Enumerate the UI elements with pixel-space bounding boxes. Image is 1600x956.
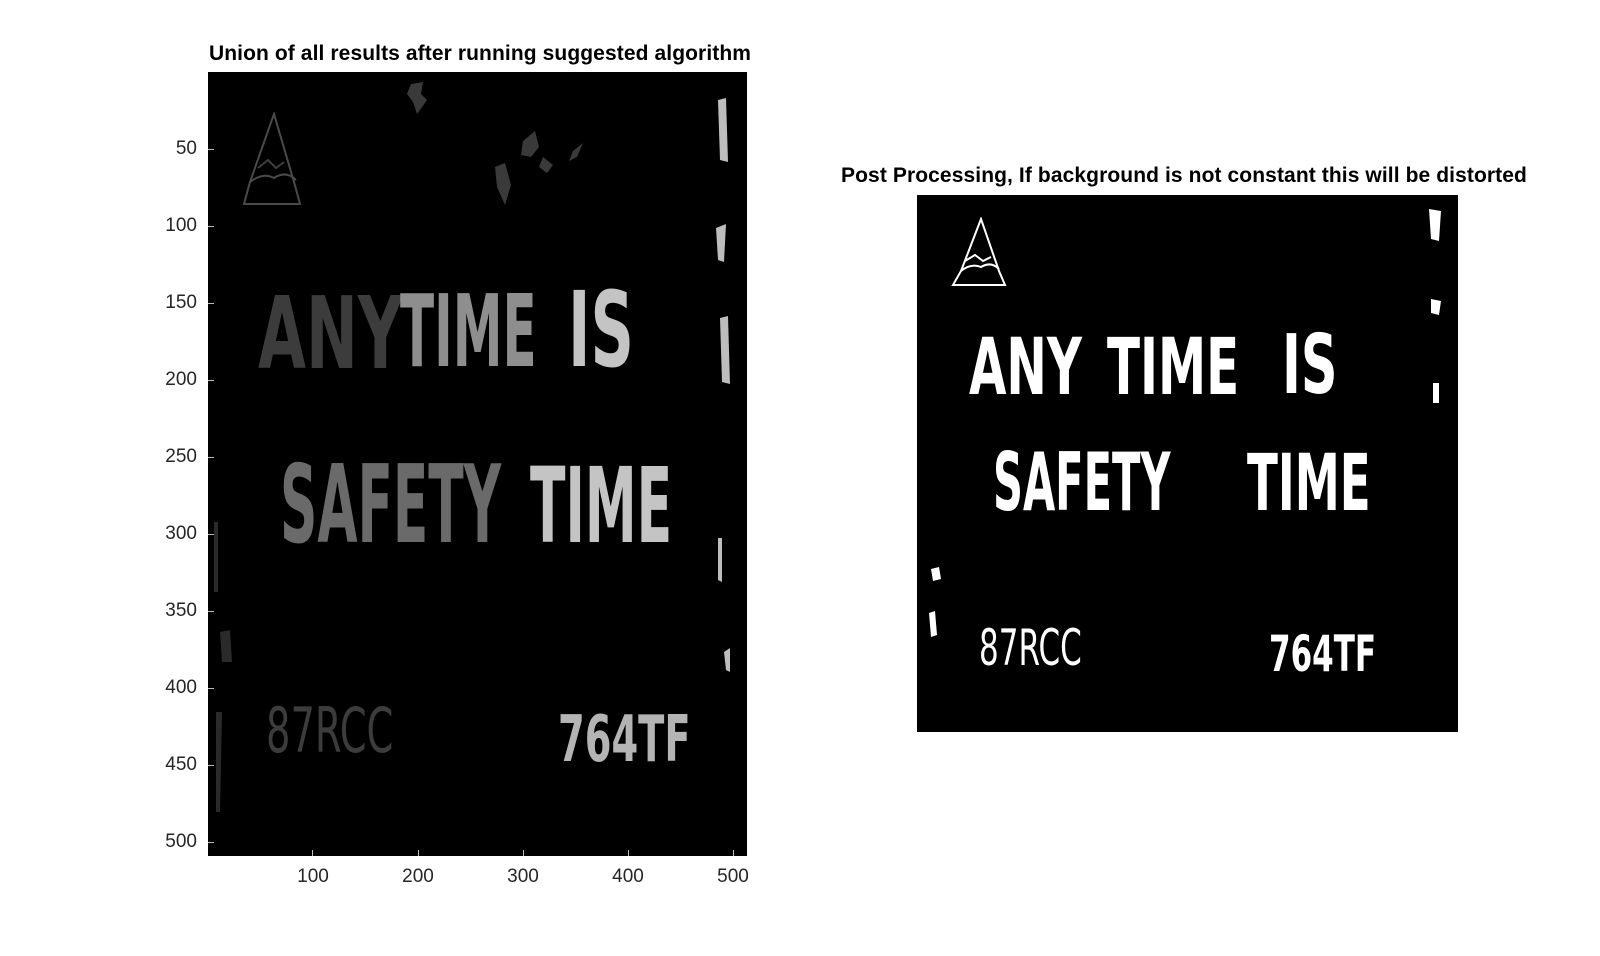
y-tick-label: 50	[175, 138, 197, 159]
right-plot-title: Post Processing, If background is not co…	[841, 164, 1527, 187]
y-tick-mark	[208, 534, 214, 535]
x-tick-mark	[523, 850, 524, 856]
edge-noise	[716, 98, 730, 672]
label-word-time: TIME	[400, 273, 537, 390]
triangle-sign-shape	[951, 217, 1007, 286]
y-tick-mark	[208, 380, 214, 381]
x-tick-label: 300	[507, 866, 539, 887]
code-left: 87RCC	[979, 619, 1082, 677]
y-tick-label: 200	[165, 369, 197, 390]
y-tick-label: 250	[165, 446, 197, 467]
label-word-any: ANY	[258, 275, 403, 392]
label-word-time-2: TIME	[1247, 439, 1371, 529]
y-tick-mark	[208, 688, 214, 689]
y-tick-mark	[208, 303, 214, 304]
label-word-time-2: TIME	[530, 445, 673, 567]
code-right: 764TF	[1269, 625, 1377, 683]
code-left: 87RCC	[266, 694, 394, 767]
y-tick-mark	[208, 842, 214, 843]
union-result-image: ANY TIME IS SAFETY TIME 87RCC 764TF	[208, 72, 747, 856]
x-tick-mark	[418, 850, 419, 856]
y-tick-label: 400	[165, 677, 197, 698]
left-plot-title: Union of all results after running sugge…	[208, 42, 752, 65]
x-tick-mark	[312, 850, 313, 856]
noise-blob	[495, 131, 583, 205]
noise-blob	[407, 82, 427, 114]
x-tick-label: 500	[717, 866, 749, 887]
edge-noise	[1429, 209, 1441, 403]
post-processing-image: ANY TIME IS SAFETY TIME 87RCC 764TF	[917, 195, 1458, 732]
y-tick-mark	[208, 765, 214, 766]
edge-noise	[929, 567, 941, 637]
y-tick-label: 150	[165, 292, 197, 313]
x-tick-label: 200	[402, 866, 434, 887]
y-tick-mark	[208, 611, 214, 612]
y-tick-label: 450	[165, 754, 197, 775]
triangle-sign-shape	[242, 112, 302, 205]
y-tick-mark	[208, 457, 214, 458]
label-word-any: ANY	[969, 323, 1082, 413]
label-word-is: IS	[568, 269, 634, 391]
y-tick-label: 350	[165, 600, 197, 621]
label-word-safety: SAFETY	[993, 436, 1171, 529]
x-tick-mark	[733, 850, 734, 856]
edge-noise	[214, 522, 232, 812]
label-word-safety: SAFETY	[280, 443, 502, 568]
x-tick-label: 400	[612, 866, 644, 887]
label-word-is: IS	[1282, 318, 1338, 413]
code-right: 764TF	[558, 703, 691, 777]
y-tick-label: 100	[165, 215, 197, 236]
x-tick-mark	[628, 850, 629, 856]
y-tick-label: 300	[165, 523, 197, 544]
y-tick-mark	[208, 226, 214, 227]
y-tick-label: 500	[165, 831, 197, 852]
x-tick-label: 100	[297, 866, 329, 887]
y-tick-mark	[208, 149, 214, 150]
label-word-time: TIME	[1107, 323, 1240, 413]
